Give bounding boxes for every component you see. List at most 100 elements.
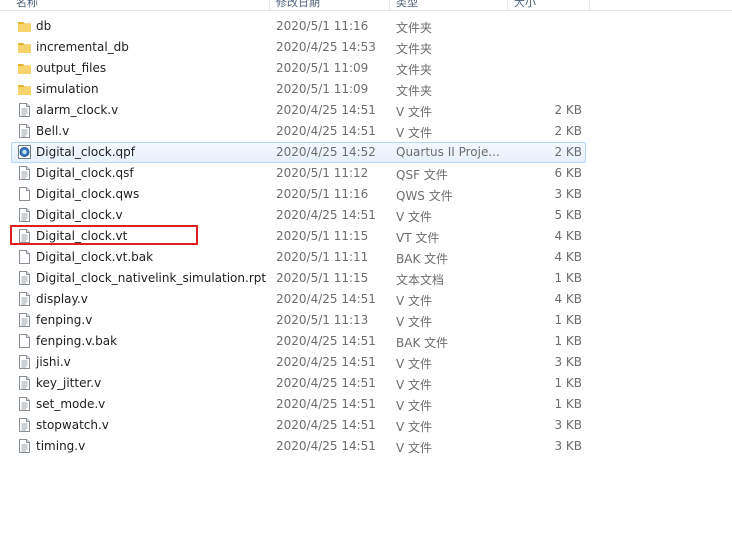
file-row[interactable]: Digital_clock_nativelink_simulation.rpt 2… bbox=[0, 268, 732, 289]
file-name: output_files bbox=[36, 61, 107, 75]
text-file-icon bbox=[17, 375, 32, 391]
file-size: 2 KB bbox=[554, 124, 582, 138]
blank-file-icon bbox=[17, 186, 32, 202]
file-row[interactable]: incremental_db 2020/4/25 14:53 文件夹 bbox=[0, 37, 732, 58]
file-row[interactable]: alarm_clock.v 2020/4/25 14:51 V 文件 2 KB bbox=[0, 100, 732, 121]
folder-icon bbox=[17, 39, 32, 55]
file-row[interactable]: fenping.v 2020/5/1 11:13 V 文件 1 KB bbox=[0, 310, 732, 331]
file-name: stopwatch.v bbox=[36, 418, 109, 432]
file-name: alarm_clock.v bbox=[36, 103, 119, 117]
file-name: Digital_clock.vt.bak bbox=[36, 250, 154, 264]
text-file-icon bbox=[17, 123, 32, 139]
text-file-icon bbox=[17, 312, 32, 328]
file-date-modified: 2020/5/1 11:16 bbox=[276, 187, 369, 201]
file-size: 1 KB bbox=[554, 397, 582, 411]
file-row[interactable]: Digital_clock.vt.bak 2020/5/1 11:11 BAK 文件… bbox=[0, 247, 732, 268]
column-divider[interactable] bbox=[589, 0, 590, 10]
file-date-modified: 2020/4/25 14:51 bbox=[276, 376, 376, 390]
blank-file-icon bbox=[17, 249, 32, 265]
file-row[interactable]: output_files 2020/5/1 11:09 文件夹 bbox=[0, 58, 732, 79]
file-date-modified: 2020/4/25 14:51 bbox=[276, 103, 376, 117]
file-type: V 文件 bbox=[396, 126, 433, 140]
file-type: QSF 文件 bbox=[396, 168, 448, 182]
text-file-icon bbox=[17, 165, 32, 181]
file-name: Digital_clock.qws bbox=[36, 187, 140, 201]
column-divider[interactable] bbox=[389, 0, 390, 10]
file-row[interactable]: Digital_clock.qws 2020/5/1 11:16 QWS 文件 3 K… bbox=[0, 184, 732, 205]
file-date-modified: 2020/4/25 14:52 bbox=[276, 145, 376, 159]
file-date-modified: 2020/5/1 11:09 bbox=[276, 61, 369, 75]
column-date[interactable]: 修改日期 bbox=[276, 0, 320, 10]
column-divider[interactable] bbox=[507, 0, 508, 10]
file-row[interactable]: jishi.v 2020/4/25 14:51 V 文件 3 KB bbox=[0, 352, 732, 373]
file-type: 文件夹 bbox=[396, 63, 433, 77]
text-file-icon bbox=[17, 291, 32, 307]
file-row[interactable]: stopwatch.v 2020/4/25 14:51 V 文件 3 KB bbox=[0, 415, 732, 436]
file-type: VT 文件 bbox=[396, 231, 440, 245]
column-divider[interactable] bbox=[269, 0, 270, 10]
file-row[interactable]: timing.v 2020/4/25 14:51 V 文件 3 KB bbox=[0, 436, 732, 457]
file-date-modified: 2020/5/1 11:12 bbox=[276, 166, 369, 180]
file-size: 3 KB bbox=[554, 439, 582, 453]
file-name: Digital_clock.v bbox=[36, 208, 123, 222]
file-date-modified: 2020/4/25 14:51 bbox=[276, 334, 376, 348]
file-name: set_mode.v bbox=[36, 397, 106, 411]
file-date-modified: 2020/4/25 14:51 bbox=[276, 397, 376, 411]
file-row[interactable]: Digital_clock.qsf 2020/5/1 11:12 QSF 文件 6 K… bbox=[0, 163, 732, 184]
file-row[interactable]: set_mode.v 2020/4/25 14:51 V 文件 1 KB bbox=[0, 394, 732, 415]
file-type: V 文件 bbox=[396, 441, 433, 455]
file-row[interactable]: display.v 2020/4/25 14:51 V 文件 4 KB bbox=[0, 289, 732, 310]
file-date-modified: 2020/4/25 14:51 bbox=[276, 355, 376, 369]
file-size: 1 KB bbox=[554, 334, 582, 348]
file-name: db bbox=[36, 19, 52, 33]
file-name: fenping.v bbox=[36, 313, 93, 327]
file-type: 文件夹 bbox=[396, 84, 433, 98]
file-row[interactable]: key_jitter.v 2020/4/25 14:51 V 文件 1 KB bbox=[0, 373, 732, 394]
file-type: V 文件 bbox=[396, 294, 433, 308]
file-date-modified: 2020/4/25 14:51 bbox=[276, 124, 376, 138]
file-type: 文件夹 bbox=[396, 21, 433, 35]
file-size: 6 KB bbox=[554, 166, 582, 180]
text-file-icon bbox=[17, 354, 32, 370]
file-size: 4 KB bbox=[554, 229, 582, 243]
file-date-modified: 2020/4/25 14:51 bbox=[276, 418, 376, 432]
file-name: Digital_clock.qpf bbox=[36, 145, 136, 159]
file-type: V 文件 bbox=[396, 105, 433, 119]
file-row[interactable]: simulation 2020/5/1 11:09 文件夹 bbox=[0, 79, 732, 100]
column-header: 名称 修改日期 类型 大小 bbox=[0, 0, 732, 11]
file-size: 3 KB bbox=[554, 187, 582, 201]
text-file-icon bbox=[17, 207, 32, 223]
file-type: V 文件 bbox=[396, 357, 433, 371]
file-date-modified: 2020/5/1 11:09 bbox=[276, 82, 369, 96]
text-file-icon bbox=[17, 417, 32, 433]
file-name: Bell.v bbox=[36, 124, 70, 138]
file-row[interactable]: Bell.v 2020/4/25 14:51 V 文件 2 KB bbox=[0, 121, 732, 142]
file-size: 1 KB bbox=[554, 376, 582, 390]
quartus-project-icon bbox=[17, 144, 32, 160]
file-size: 4 KB bbox=[554, 250, 582, 264]
file-row[interactable]: Digital_clock.v 2020/4/25 14:51 V 文件 5 KB bbox=[0, 205, 732, 226]
file-type: Quartus II Proje... bbox=[396, 145, 500, 159]
file-date-modified: 2020/4/25 14:53 bbox=[276, 40, 376, 54]
file-row[interactable]: Digital_clock.qpf 2020/4/25 14:52 Quartus … bbox=[0, 142, 732, 163]
column-size[interactable]: 大小 bbox=[514, 0, 536, 10]
file-type: 文本文档 bbox=[396, 273, 445, 287]
file-date-modified: 2020/5/1 11:15 bbox=[276, 229, 369, 243]
file-type: BAK 文件 bbox=[396, 336, 449, 350]
file-row[interactable]: db 2020/5/1 11:16 文件夹 bbox=[0, 16, 732, 37]
file-row[interactable]: fenping.v.bak 2020/4/25 14:51 BAK 文件 1 KB bbox=[0, 331, 732, 352]
file-type: V 文件 bbox=[396, 315, 433, 329]
file-date-modified: 2020/4/25 14:51 bbox=[276, 292, 376, 306]
text-file-icon bbox=[17, 438, 32, 454]
file-size: 2 KB bbox=[554, 145, 582, 159]
file-date-modified: 2020/5/1 11:16 bbox=[276, 19, 369, 33]
folder-icon bbox=[17, 60, 32, 76]
file-type: V 文件 bbox=[396, 210, 433, 224]
file-date-modified: 2020/5/1 11:13 bbox=[276, 313, 369, 327]
file-type: V 文件 bbox=[396, 420, 433, 434]
column-type[interactable]: 类型 bbox=[396, 0, 418, 10]
file-date-modified: 2020/4/25 14:51 bbox=[276, 208, 376, 222]
file-type: V 文件 bbox=[396, 378, 433, 392]
file-type: BAK 文件 bbox=[396, 252, 449, 266]
column-name[interactable]: 名称 bbox=[16, 0, 38, 10]
